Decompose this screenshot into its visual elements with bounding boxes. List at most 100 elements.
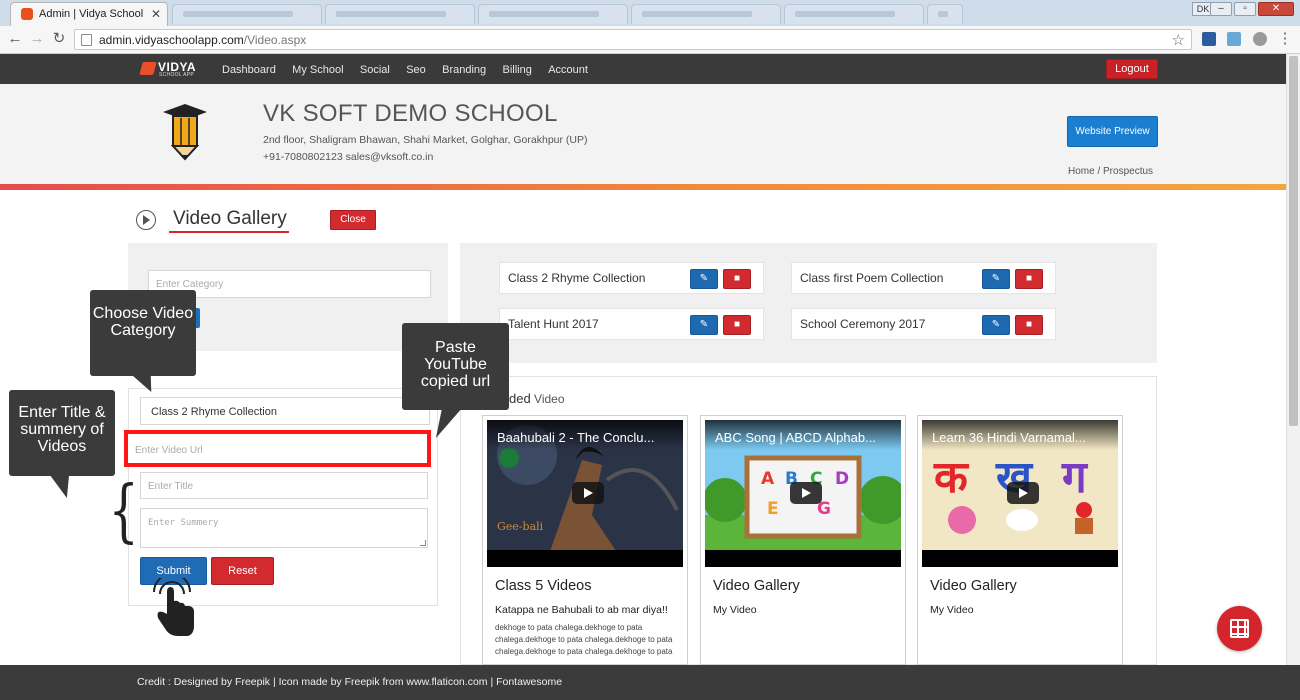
new-tab-button[interactable] [927, 4, 963, 24]
video-url-input[interactable]: Enter Video Url [124, 430, 431, 467]
browser-tab[interactable] [631, 4, 781, 24]
video-thumbnail[interactable]: A B C D E G ABC Song | ABCD Alphab... [705, 420, 901, 567]
page-scrollbar[interactable] [1286, 54, 1300, 665]
svg-text:Gee-bali: Gee-bali [497, 520, 544, 533]
page-title: Video Gallery [173, 208, 287, 229]
browser-menu-icon[interactable]: ⋮ [1276, 30, 1294, 48]
logo-subtitle: SCHOOL APP [159, 72, 195, 78]
video-title: Video Gallery [930, 578, 1017, 594]
video-thumb-title: Baahubali 2 - The Conclu... [497, 430, 655, 445]
nav-item-my-school[interactable]: My School [292, 64, 343, 76]
maximize-icon[interactable]: ▫ [1234, 2, 1256, 16]
logout-button[interactable]: Logout [1106, 59, 1158, 79]
video-title: Class 5 Videos [495, 578, 592, 594]
page-info-icon[interactable] [81, 34, 92, 46]
window-close-icon[interactable]: ✕ [1258, 2, 1294, 16]
trash-icon[interactable]: ■ [1015, 269, 1043, 289]
scrollbar-thumb[interactable] [1289, 56, 1298, 426]
main-menu: Dashboard My School Social Seo Branding … [222, 62, 601, 76]
category-card: School Ceremony 2017 ✎ ■ [791, 308, 1056, 340]
heading-big: ded [509, 391, 531, 406]
extension-icon[interactable] [1202, 32, 1216, 46]
play-button-icon[interactable] [1007, 482, 1039, 504]
callout-paste-url: Paste YouTube copied url [402, 323, 509, 410]
video-thumb-title: ABC Song | ABCD Alphab... [715, 430, 876, 445]
browser-address-bar: ← → ↻ admin.vidyaschoolapp.com/Video.asp… [0, 26, 1300, 54]
close-button[interactable]: Close [330, 210, 376, 230]
bookmark-star-icon[interactable]: ☆ [1172, 31, 1185, 49]
category-label: School Ceremony 2017 [800, 317, 926, 331]
extension-icon[interactable] [1227, 32, 1241, 46]
category-card: Talent Hunt 2017 ✎ ■ [499, 308, 764, 340]
video-card[interactable]: क ख ग Learn 36 Hindi Varnamal... Video G… [917, 415, 1123, 665]
app-logo[interactable]: VIDYA SCHOOL APP [139, 60, 201, 78]
play-button-icon[interactable] [790, 482, 822, 504]
forward-arrow-icon[interactable]: → [28, 30, 46, 48]
trash-icon[interactable]: ■ [1015, 315, 1043, 335]
curly-brace-icon: { [108, 472, 139, 551]
play-button-icon[interactable] [572, 482, 604, 504]
website-preview-button[interactable]: Website Preview [1067, 116, 1158, 147]
browser-tab[interactable] [784, 4, 924, 24]
category-label: Class 2 Rhyme Collection [508, 271, 646, 285]
footer-credit: Credit : Designed by Freepik | Icon made… [137, 676, 563, 688]
video-subtitle: My Video [713, 604, 757, 616]
edit-icon[interactable]: ✎ [982, 269, 1010, 289]
browser-tab[interactable] [325, 4, 475, 24]
window-controls: – ▫ ✕ [1208, 2, 1294, 18]
nav-item-account[interactable]: Account [548, 64, 588, 76]
video-title-input[interactable]: Enter Title [140, 472, 428, 499]
url-path: /Video.aspx [243, 33, 307, 47]
reset-button[interactable]: Reset [211, 557, 274, 585]
nav-item-dashboard[interactable]: Dashboard [222, 64, 276, 76]
svg-text:A: A [761, 469, 775, 489]
grid-icon [1230, 619, 1249, 638]
video-card[interactable]: A B C D E G ABC Song | ABCD Alphab... Vi… [700, 415, 906, 665]
video-title: Video Gallery [713, 578, 800, 594]
textarea-resize-handle[interactable] [420, 540, 426, 546]
browser-tab[interactable] [478, 4, 628, 24]
school-contact: +91-7080802123 sales@vksoft.co.in [263, 151, 434, 163]
nav-item-branding[interactable]: Branding [442, 64, 486, 76]
url-field[interactable]: admin.vidyaschoolapp.com/Video.aspx ☆ [74, 29, 1192, 50]
video-subtitle: My Video [930, 604, 974, 616]
nav-item-seo[interactable]: Seo [406, 64, 426, 76]
video-subtitle: Katappa ne Bahubali to ab mar diya!! [495, 604, 668, 616]
svg-text:E: E [767, 499, 779, 519]
trash-icon[interactable]: ■ [723, 269, 751, 289]
callout-enter-title: Enter Title & summery of Videos [9, 390, 115, 476]
breadcrumb[interactable]: Home / Prospectus [1068, 166, 1153, 177]
reload-icon[interactable]: ↻ [50, 30, 68, 48]
browser-tab-bar: Admin | Vidya School Ap ✕ DK – ▫ ✕ [0, 0, 1300, 42]
video-card[interactable]: Gee-bali Baahubali 2 - The Conclu... Cla… [482, 415, 688, 665]
nav-item-billing[interactable]: Billing [503, 64, 532, 76]
category-list-panel [460, 243, 1157, 363]
callout-choose-category: Choose Video Category [90, 290, 196, 376]
apps-grid-button[interactable] [1217, 606, 1262, 651]
back-arrow-icon[interactable]: ← [6, 30, 24, 48]
play-circle-icon [136, 210, 156, 230]
category-select[interactable]: Class 2 Rhyme Collection [140, 397, 430, 425]
title-underline [169, 231, 289, 233]
video-thumbnail[interactable]: क ख ग Learn 36 Hindi Varnamal... [922, 420, 1118, 567]
browser-tab[interactable] [172, 4, 322, 24]
edit-icon[interactable]: ✎ [690, 315, 718, 335]
edit-icon[interactable]: ✎ [690, 269, 718, 289]
extension-icon[interactable] [1253, 32, 1267, 46]
browser-tab-active[interactable]: Admin | Vidya School Ap ✕ [10, 2, 168, 42]
site-favicon-icon [21, 8, 33, 20]
svg-text:D: D [835, 469, 849, 489]
nav-item-social[interactable]: Social [360, 64, 390, 76]
trash-icon[interactable]: ■ [723, 315, 751, 335]
minimize-icon[interactable]: – [1210, 2, 1232, 16]
url-domain: admin.vidyaschoolapp.com [99, 33, 244, 47]
heading-small: Video [530, 392, 565, 406]
pointing-hand-icon [153, 578, 194, 636]
edit-icon[interactable]: ✎ [982, 315, 1010, 335]
category-label: Class first Poem Collection [800, 271, 944, 285]
video-thumbnail[interactable]: Gee-bali Baahubali 2 - The Conclu... [487, 420, 683, 567]
video-description: dekhoge to pata chalega.dekhoge to pata … [495, 623, 673, 656]
video-summary-textarea[interactable]: Enter Summery [140, 508, 428, 548]
category-card: Class first Poem Collection ✎ ■ [791, 262, 1056, 294]
tab-close-icon[interactable]: ✕ [151, 3, 161, 25]
